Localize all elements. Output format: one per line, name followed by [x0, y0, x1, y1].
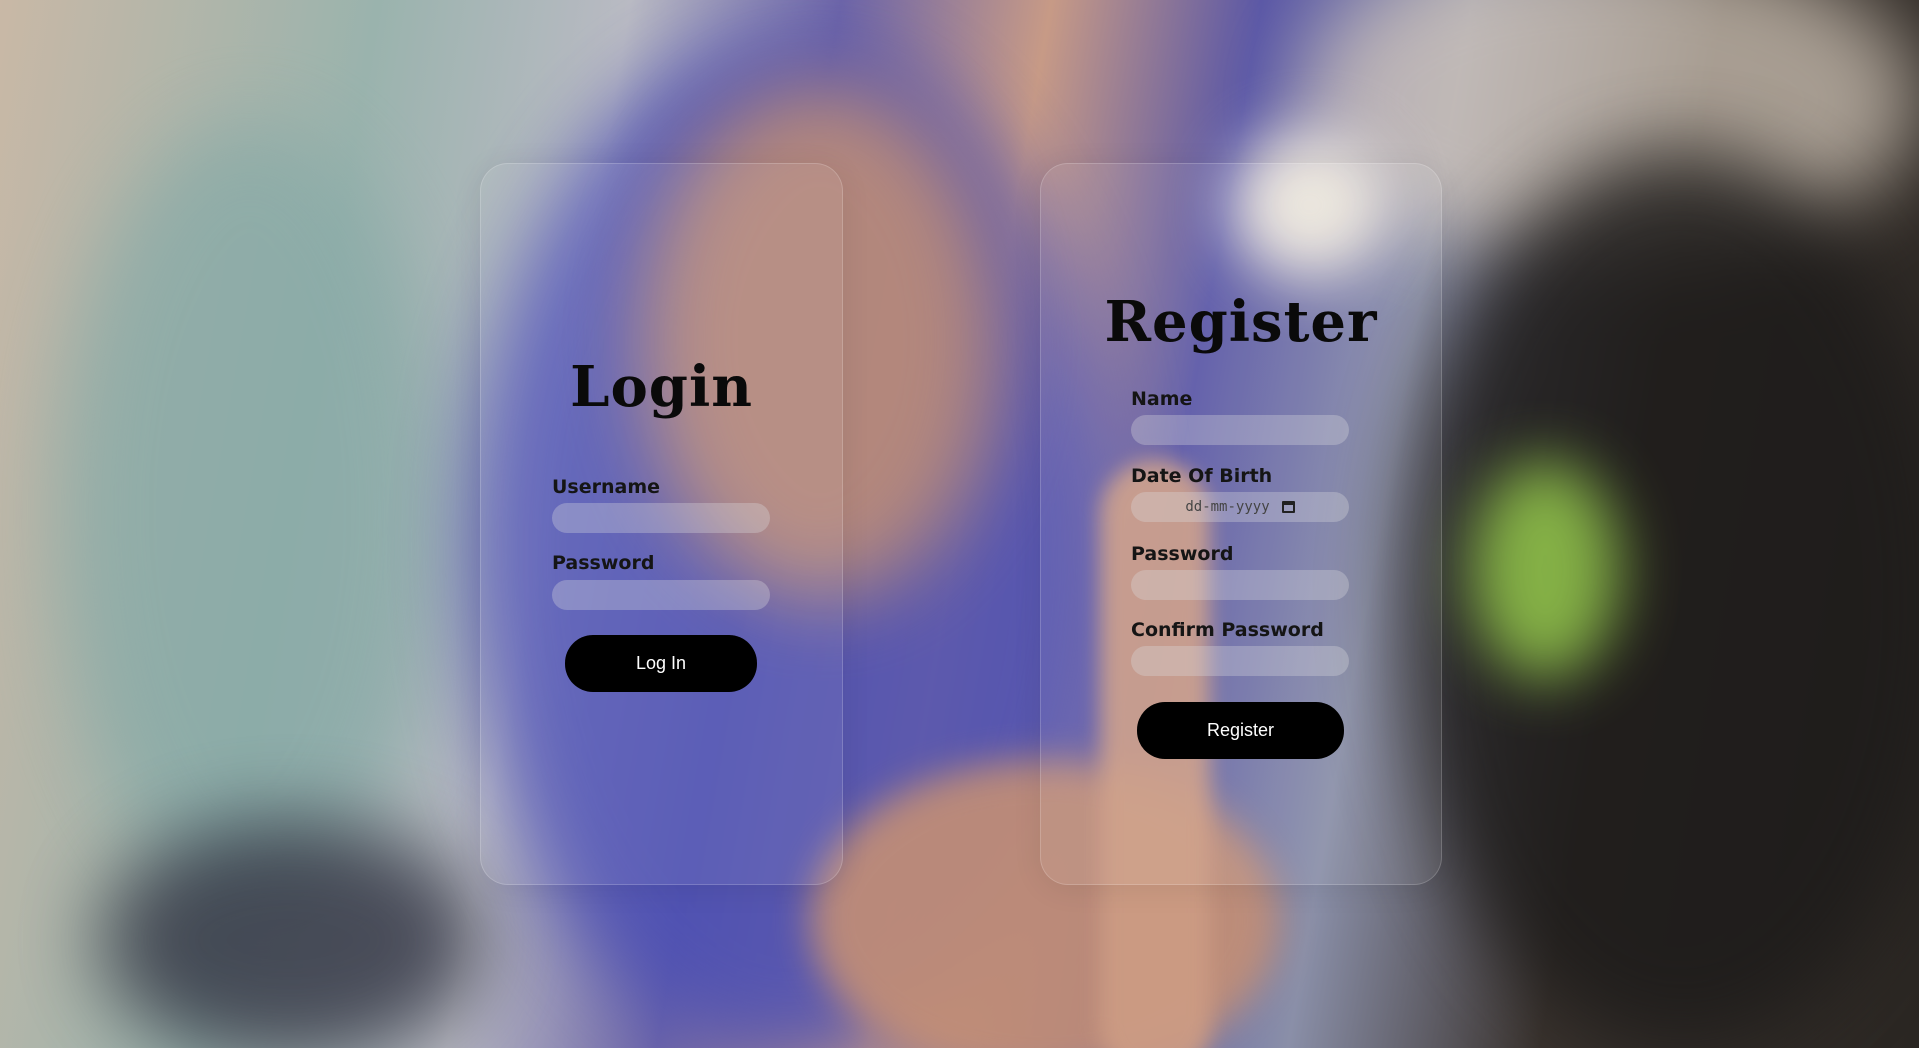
- background-blur-shape: [1470, 460, 1620, 680]
- register-card: Register Name Date Of Birth dd-mm-yyyy P…: [1040, 163, 1442, 885]
- register-password-input[interactable]: [1131, 570, 1349, 600]
- background-photo: [0, 0, 1919, 1048]
- register-password-label: Password: [1131, 543, 1234, 565]
- login-card: Login Username Password Log In: [480, 163, 843, 885]
- background-blur-shape: [100, 820, 480, 1048]
- register-button[interactable]: Register: [1137, 702, 1344, 759]
- name-input[interactable]: [1131, 415, 1349, 445]
- username-input[interactable]: [552, 503, 770, 533]
- password-input[interactable]: [552, 580, 770, 610]
- confirm-password-input[interactable]: [1131, 646, 1349, 676]
- username-label: Username: [552, 476, 661, 498]
- login-button[interactable]: Log In: [565, 635, 757, 692]
- name-label: Name: [1131, 388, 1193, 410]
- dob-input[interactable]: dd-mm-yyyy: [1131, 492, 1349, 522]
- calendar-icon[interactable]: [1281, 501, 1295, 513]
- background-blur-shape: [60, 120, 440, 900]
- login-title: Login: [570, 354, 753, 420]
- register-title: Register: [1104, 289, 1378, 355]
- dob-placeholder: dd-mm-yyyy: [1185, 499, 1270, 515]
- dob-label: Date Of Birth: [1131, 465, 1273, 487]
- confirm-password-label: Confirm Password: [1131, 619, 1324, 641]
- password-label: Password: [552, 552, 655, 574]
